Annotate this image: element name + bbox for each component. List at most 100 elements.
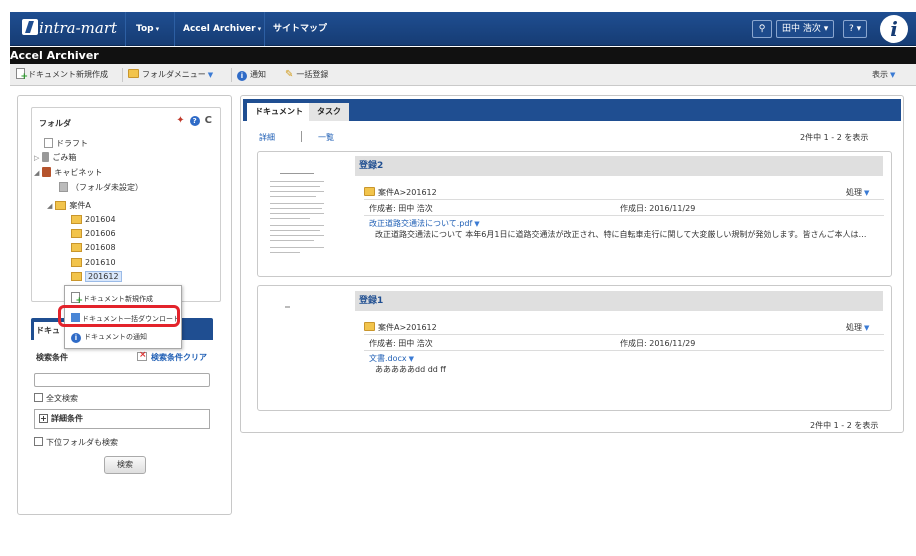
display-menu-button[interactable]: 表示 ▼: [872, 64, 895, 86]
thumb-line: [270, 252, 300, 253]
thumb-line: [270, 225, 324, 226]
new-document-button[interactable]: ドキュメント新規作成: [16, 64, 108, 86]
tree-item-201608[interactable]: 201608: [71, 242, 116, 254]
triangle-down-icon: ▼: [408, 355, 415, 363]
divider: [364, 334, 884, 335]
new-document-icon: [71, 292, 83, 306]
clear-conditions-link[interactable]: 検索条件クリア: [137, 350, 207, 363]
tree-item-unset-folder[interactable]: （フォルダ未設定）: [59, 182, 143, 194]
document-date: 作成日: 2016/11/29: [620, 339, 696, 348]
triangle-down-icon: ▼: [864, 324, 870, 332]
document-file-link[interactable]: 文書.docx ▼: [369, 353, 414, 364]
thumb-line: [270, 213, 324, 214]
thumb-line: [270, 203, 324, 204]
fulltext-checkbox[interactable]: 全文検索: [34, 393, 78, 404]
thumb-line: [270, 230, 320, 231]
document-file-link[interactable]: 改正道路交通法について.pdf ▼: [369, 218, 480, 229]
bulk-register-button[interactable]: ✎ 一括登録: [285, 64, 328, 86]
pin-icon[interactable]: ✦: [176, 115, 184, 126]
tree-item-201604[interactable]: 201604: [71, 214, 116, 226]
notify-button[interactable]: i 通知: [237, 64, 266, 86]
thumb-line: [270, 235, 324, 236]
nav-accel-archiver[interactable]: Accel Archiver ▾: [183, 12, 261, 46]
intra-mart-logo[interactable]: intra-mart: [22, 19, 117, 37]
folder-icon: [55, 201, 67, 210]
highlight-annotation: [58, 305, 180, 327]
view-detail-link[interactable]: 詳細: [259, 132, 275, 143]
ctx-notify[interactable]: i ドキュメントの通知: [71, 332, 147, 343]
document-title[interactable]: 登録2: [355, 156, 883, 176]
folder-panel-tools: ✦? C: [176, 115, 212, 126]
tree-item-draft[interactable]: ドラフト: [44, 138, 88, 150]
collapse-icon[interactable]: ◢: [47, 202, 52, 210]
tab-tasks[interactable]: タスク: [309, 103, 349, 121]
document-snippet: あああああdd dd ff: [375, 365, 446, 374]
document-thumbnail[interactable]: [285, 306, 290, 308]
tree-item-trash[interactable]: ▷ ごみ箱: [34, 152, 76, 164]
new-document-icon: [16, 68, 28, 82]
folder-panel-title: フォルダ: [39, 119, 71, 128]
divider: [364, 215, 884, 216]
folder-icon: [364, 322, 375, 331]
triangle-down-icon: ▼: [207, 71, 214, 79]
folder-icon: [71, 258, 82, 267]
document-action-menu[interactable]: 処理 ▼: [846, 187, 869, 198]
search-icon: ⚲: [758, 24, 766, 34]
info-icon: i: [71, 333, 81, 343]
divider: [264, 12, 265, 46]
top-header: intra-mart Top ▾ Accel Archiver ▾ サイトマップ ⚲…: [10, 12, 916, 46]
folder-menu-button[interactable]: フォルダメニュー ▼: [128, 64, 213, 86]
folder-icon: [59, 182, 68, 192]
help-menu[interactable]: ? ▾: [843, 20, 868, 38]
help-icon[interactable]: ?: [189, 116, 200, 126]
subfolder-checkbox[interactable]: 下位フォルダも検索: [34, 437, 118, 448]
tab-documents[interactable]: ドキュメント: [247, 103, 311, 121]
search-input[interactable]: [34, 373, 210, 387]
divider: [301, 131, 302, 142]
document-date: 作成日: 2016/11/29: [620, 204, 696, 213]
document-folder: 案件A>201612: [364, 322, 437, 333]
view-list-link[interactable]: 一覧: [318, 132, 334, 143]
caret-down-icon: ▾: [853, 24, 862, 34]
checkbox-icon: [34, 437, 43, 446]
tree-item-201606[interactable]: 201606: [71, 228, 116, 240]
tree-item-cabinet[interactable]: ◢ キャビネット: [34, 167, 102, 179]
plus-icon: +: [39, 414, 48, 423]
document-author: 作成者: 田中 浩次: [369, 339, 433, 348]
triangle-down-icon: ▼: [890, 71, 896, 79]
search-button[interactable]: 検索: [104, 456, 146, 474]
divider: [174, 12, 175, 46]
document-snippet: 改正道路交通法について 本年6月1日に道路交通法が改正され、特に自転車走行に関し…: [375, 230, 867, 239]
triangle-down-icon: ▼: [864, 189, 870, 197]
logo-mark-icon: [22, 19, 38, 35]
intra-mart-badge-icon[interactable]: i: [880, 15, 908, 43]
tree-item-project-a[interactable]: ◢ 案件A: [47, 200, 91, 212]
thumb-line: [270, 247, 324, 248]
wand-icon: ✎: [285, 69, 294, 80]
search-button[interactable]: ⚲: [752, 20, 772, 38]
trash-icon: [42, 152, 50, 162]
folder-icon: [364, 187, 375, 196]
nav-sitemap[interactable]: サイトマップ: [273, 12, 327, 46]
folder-icon: [71, 229, 82, 238]
folder-icon: [128, 69, 139, 78]
user-menu[interactable]: 田中 浩次 ▾: [776, 20, 835, 38]
detail-conditions-toggle[interactable]: + 詳細条件: [34, 409, 210, 429]
tree-item-201610[interactable]: 201610: [71, 257, 116, 269]
tree-item-201612[interactable]: 201612: [71, 271, 122, 283]
result-count-top: 2件中 1 - 2 を表示: [800, 133, 869, 142]
nav-top[interactable]: Top ▾: [136, 12, 159, 46]
checkbox-icon: [34, 393, 43, 402]
search-conditions-label: 検索条件: [36, 353, 68, 362]
document-title[interactable]: 登録1: [355, 291, 883, 311]
document-action-menu[interactable]: 処理 ▼: [846, 322, 869, 333]
document-thumbnail[interactable]: [270, 167, 326, 263]
refresh-icon[interactable]: C: [205, 115, 212, 126]
thumb-line: [270, 181, 324, 182]
folder-icon: [71, 243, 82, 252]
expand-icon[interactable]: ▷: [34, 154, 39, 162]
ctx-new-document[interactable]: ドキュメント新規作成: [71, 292, 153, 306]
thumb-line: [270, 186, 320, 187]
collapse-icon[interactable]: ◢: [34, 169, 39, 177]
divider: [364, 199, 884, 200]
